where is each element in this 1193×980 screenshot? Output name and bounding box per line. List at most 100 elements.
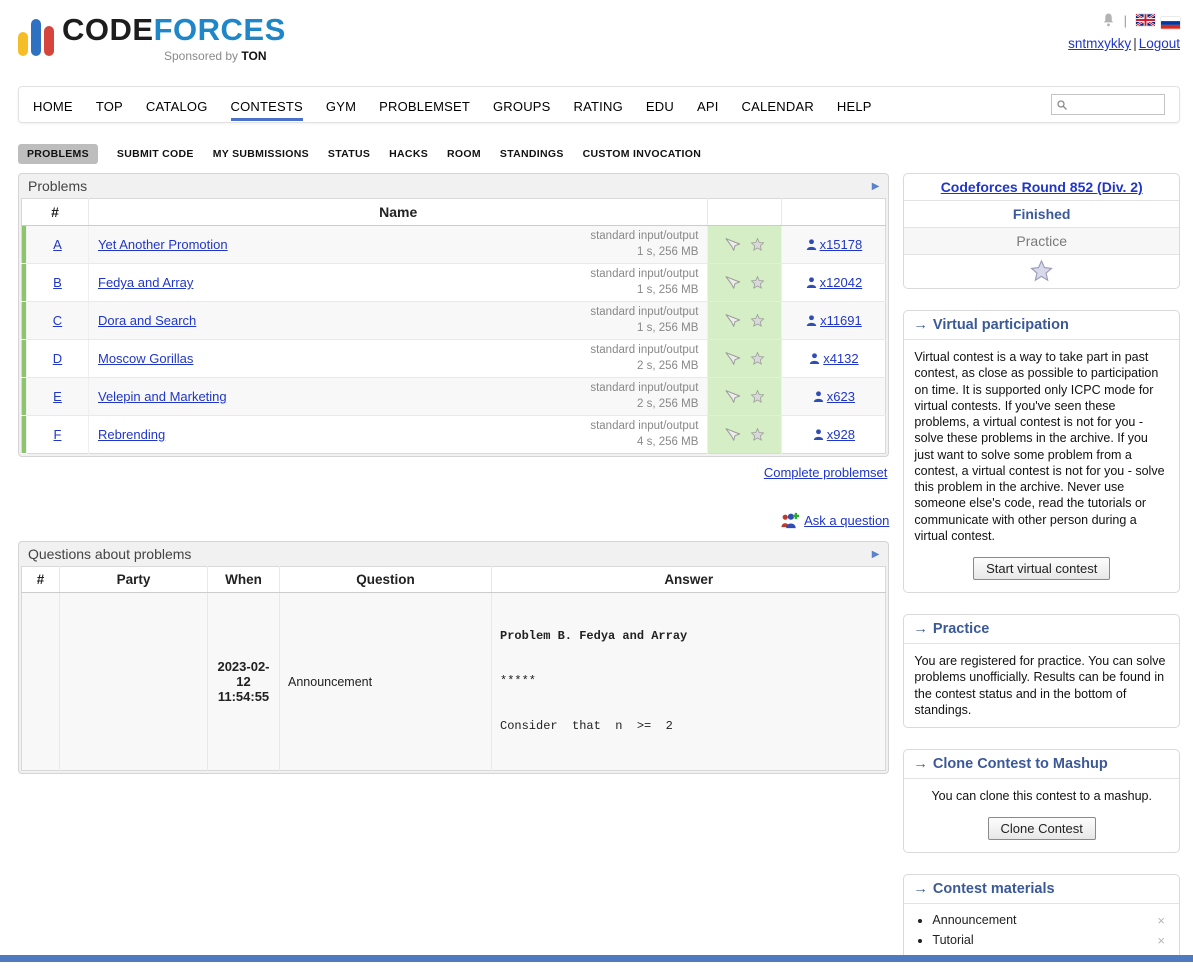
nav-item-calendar[interactable]: CALENDAR [742, 89, 814, 121]
favorite-star-icon[interactable] [750, 275, 765, 290]
submit-plane-icon[interactable] [725, 275, 741, 291]
submit-plane-icon[interactable] [725, 237, 741, 253]
subnav-standings[interactable]: STANDINGS [500, 148, 564, 160]
logo-code-text: CODE [62, 12, 154, 47]
favorite-star-icon[interactable] [750, 237, 765, 252]
question-party-cell [60, 593, 208, 771]
user-separator: | [1133, 36, 1137, 51]
nav-item-top[interactable]: TOP [96, 89, 123, 121]
lang-russian-flag-icon[interactable] [1161, 17, 1180, 29]
col-header-q-index: # [22, 567, 60, 593]
search-icon [1056, 99, 1068, 111]
problem-index-link[interactable]: B [53, 275, 62, 290]
expand-arrow-icon[interactable]: ▶ [872, 181, 880, 192]
problem-name-link[interactable]: Yet Another Promotion [98, 237, 228, 252]
problem-index-link[interactable]: E [53, 389, 62, 404]
answer-line: ***** [500, 674, 877, 689]
problems-table-container: Problems ▶ # Name A Yet Another Prom [18, 173, 889, 457]
contest-materials-list: × Announcement × Tutorial [932, 913, 1179, 947]
nav-item-help[interactable]: HELP [837, 89, 872, 121]
lang-english-flag-icon[interactable] [1136, 14, 1155, 26]
col-header-icons [708, 199, 782, 226]
caption-arrow-icon: → [913, 621, 928, 637]
nav-item-edu[interactable]: EDU [646, 89, 674, 121]
solved-count-link[interactable]: x623 [827, 389, 855, 404]
solved-count-link[interactable]: x4132 [823, 351, 858, 366]
nav-item-api[interactable]: API [697, 89, 719, 121]
question-when-cell: 2023-02-12 11:54:55 [208, 593, 280, 771]
problem-name-link[interactable]: Dora and Search [98, 313, 196, 328]
subnav-status[interactable]: STATUS [328, 148, 370, 160]
favorite-star-icon[interactable] [750, 427, 765, 442]
col-header-index: # [22, 199, 89, 226]
material-announcement-label[interactable]: Announcement [932, 913, 1016, 927]
favorite-star-icon[interactable] [750, 351, 765, 366]
start-virtual-contest-button[interactable]: Start virtual contest [973, 557, 1110, 580]
search-box [1051, 94, 1165, 115]
problem-limits: standard input/output1 s, 256 MB [590, 267, 698, 298]
nav-item-contests[interactable]: CONTESTS [231, 89, 303, 121]
submit-plane-icon[interactable] [725, 313, 741, 329]
problem-limits: standard input/output2 s, 256 MB [590, 381, 698, 412]
col-header-name: Name [89, 199, 708, 226]
favorite-contest-star-icon[interactable] [1029, 259, 1054, 283]
problem-name-link[interactable]: Rebrending [98, 427, 165, 442]
col-header-party: Party [60, 567, 208, 593]
problem-index-link[interactable]: A [53, 237, 62, 252]
problem-index-link[interactable]: F [54, 427, 62, 442]
question-text-cell: Announcement [280, 593, 492, 771]
table-row: E Velepin and Marketing standard input/o… [22, 378, 886, 416]
codeforces-logo[interactable]: CODEFORCES Sponsored by TON [18, 8, 286, 63]
material-tutorial-label[interactable]: Tutorial [932, 933, 973, 947]
problem-index-link[interactable]: C [53, 313, 62, 328]
questions-table: # Party When Question Answer 2023-02-12 … [21, 566, 886, 771]
header-user-area: | [1068, 8, 1180, 51]
subnav-room[interactable]: ROOM [447, 148, 481, 160]
solved-count-link[interactable]: x12042 [820, 275, 863, 290]
clone-mashup-box: →Clone Contest to Mashup You can clone t… [903, 749, 1180, 853]
col-header-answer: Answer [492, 567, 886, 593]
nav-item-gym[interactable]: GYM [326, 89, 356, 121]
submit-plane-icon[interactable] [725, 351, 741, 367]
subnav-hacks[interactable]: HACKS [389, 148, 428, 160]
close-icon[interactable]: × [1157, 933, 1165, 948]
contest-title-link[interactable]: Codeforces Round 852 (Div. 2) [941, 179, 1143, 195]
caption-arrow-icon: → [913, 756, 928, 772]
ask-question-link[interactable]: Ask a question [804, 513, 889, 528]
subnav-custom-invocation[interactable]: CUSTOM INVOCATION [583, 148, 701, 160]
logout-link[interactable]: Logout [1139, 36, 1180, 51]
problem-name-link[interactable]: Fedya and Array [98, 275, 193, 290]
close-icon[interactable]: × [1157, 913, 1165, 928]
search-input[interactable] [1071, 98, 1159, 112]
nav-item-catalog[interactable]: CATALOG [146, 89, 208, 121]
problem-name-link[interactable]: Velepin and Marketing [98, 389, 227, 404]
table-row: C Dora and Search standard input/output1… [22, 302, 886, 340]
sponsored-by-line: Sponsored by TON [164, 49, 286, 63]
favorite-star-icon[interactable] [750, 389, 765, 404]
expand-arrow-icon[interactable]: ▶ [872, 549, 880, 560]
problem-index-link[interactable]: D [53, 351, 62, 366]
solved-count-link[interactable]: x928 [827, 427, 855, 442]
caption-arrow-icon: → [913, 881, 928, 897]
nav-item-rating[interactable]: RATING [574, 89, 623, 121]
complete-problemset-link[interactable]: Complete problemset [764, 465, 888, 480]
logo-bars-icon [18, 16, 54, 56]
clone-contest-button[interactable]: Clone Contest [988, 817, 1096, 840]
nav-item-home[interactable]: HOME [33, 89, 73, 121]
subnav-my-submissions[interactable]: MY SUBMISSIONS [213, 148, 309, 160]
submit-plane-icon[interactable] [725, 427, 741, 443]
username-link[interactable]: sntmxykky [1068, 36, 1131, 51]
problems-caption: Problems [28, 178, 87, 194]
caption-arrow-icon: → [913, 317, 928, 333]
solved-count-link[interactable]: x15178 [820, 237, 863, 252]
problem-name-link[interactable]: Moscow Gorillas [98, 351, 193, 366]
col-header-solved [782, 199, 886, 226]
nav-item-groups[interactable]: GROUPS [493, 89, 551, 121]
solved-count-link[interactable]: x11691 [820, 313, 862, 328]
notifications-bell-icon[interactable] [1102, 13, 1115, 27]
nav-item-problemset[interactable]: PROBLEMSET [379, 89, 470, 121]
subnav-submit-code[interactable]: SUBMIT CODE [117, 148, 194, 160]
submit-plane-icon[interactable] [725, 389, 741, 405]
subnav-problems[interactable]: PROBLEMS [18, 144, 98, 164]
favorite-star-icon[interactable] [750, 313, 765, 328]
